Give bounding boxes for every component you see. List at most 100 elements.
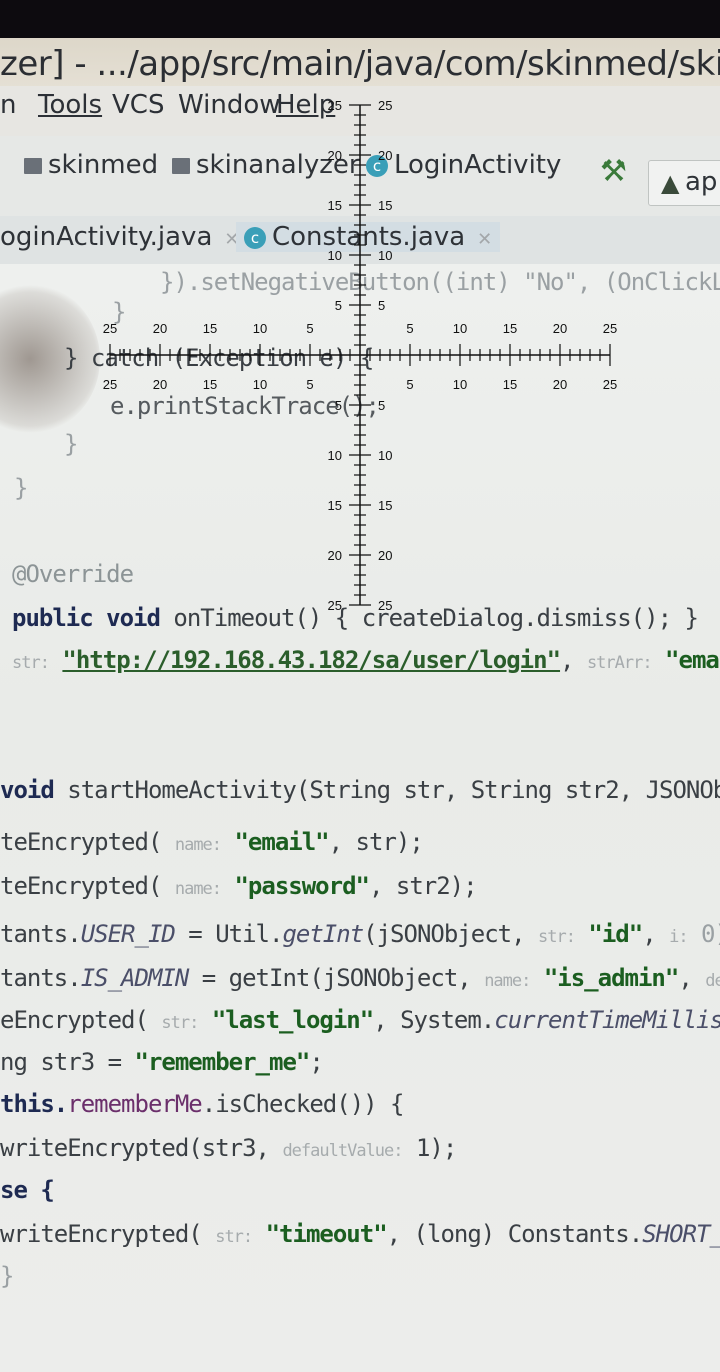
- code-text: ,: [560, 646, 574, 674]
- code-line: str: "http://192.168.43.182/sa/user/logi…: [12, 646, 720, 674]
- code-line: void startHomeActivity(String str, Strin…: [0, 776, 720, 804]
- code-url[interactable]: "http://192.168.43.182/sa/user/login": [62, 646, 561, 674]
- breadcrumb-label: LoginActivity: [394, 150, 562, 180]
- param-hint: str:: [538, 927, 576, 947]
- menu-run[interactable]: n: [0, 90, 16, 120]
- code-field: rememberMe: [67, 1090, 202, 1118]
- code-string: "password": [234, 872, 369, 900]
- code-string: "last_login": [211, 1006, 374, 1034]
- build-hammer-icon[interactable]: ⚒: [600, 154, 627, 189]
- menu-bar: n Tools VCS Window Help: [0, 86, 720, 136]
- code-text: writeEncrypted(str3,: [0, 1134, 270, 1162]
- breadcrumb-skinmed[interactable]: skinmed: [24, 150, 158, 180]
- code-line: this.rememberMe.isChecked()) {: [0, 1090, 404, 1118]
- code-text: 0);: [701, 920, 720, 948]
- code-text: = Util.: [174, 920, 283, 948]
- breadcrumb-loginactivity[interactable]: c LoginActivity: [366, 150, 561, 180]
- code-line: } catch (Exception e) {: [64, 344, 374, 372]
- code-constant: SHORT_TIMEOUT: [642, 1220, 720, 1248]
- code-line: tants.IS_ADMIN = getInt(jSONObject, name…: [0, 964, 720, 992]
- run-config-label: ap: [685, 167, 718, 197]
- code-keyword: void: [0, 776, 55, 804]
- code-text: eEncrypted(: [0, 1006, 149, 1034]
- class-icon: c: [244, 226, 266, 249]
- code-text: ng str3 =: [0, 1048, 135, 1076]
- breadcrumb-label: skinmed: [48, 150, 159, 180]
- code-string: "email",: [665, 646, 720, 674]
- code-text: tants.: [0, 964, 82, 992]
- param-hint: i:: [669, 927, 689, 947]
- code-keyword: this.: [0, 1090, 68, 1118]
- param-hint: defau: [705, 971, 720, 991]
- tab-loginactivity[interactable]: oginActivity.java ✕: [0, 222, 239, 252]
- run-config-select[interactable]: ▲ ap: [648, 160, 720, 206]
- folder-icon: [172, 157, 190, 174]
- param-hint: name:: [174, 835, 222, 855]
- code-line: }).setNegativeButton((int) "No", (OnClic…: [160, 268, 720, 296]
- code-text: .isChecked()) {: [201, 1090, 405, 1118]
- menu-tools[interactable]: Tools: [38, 90, 102, 120]
- code-string: "id": [588, 920, 643, 948]
- code-line: teEncrypted( name: "password", str2);: [0, 872, 478, 900]
- code-line: }: [0, 1262, 14, 1290]
- code-method: currentTimeMillis: [494, 1006, 720, 1034]
- code-line: }: [64, 430, 78, 458]
- window-title: zer] - .../app/src/main/java/com/skinmed…: [0, 44, 720, 84]
- code-text: , str2);: [368, 872, 478, 900]
- code-text: (jSONObject,: [363, 920, 525, 948]
- code-text: , (long) Constants.: [386, 1220, 644, 1248]
- code-method: getInt: [282, 920, 364, 948]
- code-line: }: [112, 298, 126, 326]
- tab-label: Constants.java: [272, 222, 466, 252]
- code-text: teEncrypted(: [0, 872, 162, 900]
- code-constant: IS_ADMIN: [80, 964, 190, 992]
- code-line: ng str3 = "remember_me";: [0, 1048, 324, 1076]
- code-text: ,: [678, 964, 692, 992]
- code-string: "email": [234, 828, 329, 856]
- param-hint: name:: [484, 971, 531, 991]
- code-constant: USER_ID: [80, 920, 176, 948]
- menu-help[interactable]: Help: [276, 90, 335, 120]
- code-string: "timeout": [265, 1220, 388, 1248]
- code-line: teEncrypted( name: "email", str);: [0, 828, 424, 856]
- code-string: "is_admin": [543, 964, 679, 992]
- close-icon[interactable]: ✕: [477, 229, 492, 250]
- code-line: tants.USER_ID = Util.getInt(jSONObject, …: [0, 920, 720, 948]
- code-text: ;: [309, 1048, 323, 1076]
- code-text: ,: [642, 920, 656, 948]
- code-text: 1);: [415, 1134, 457, 1162]
- param-hint: defaultValue:: [282, 1141, 403, 1161]
- tab-label: oginActivity.java: [0, 222, 213, 252]
- code-line: writeEncrypted( str: "timeout", (long) C…: [0, 1220, 720, 1248]
- tab-constants[interactable]: c Constants.java ✕: [236, 222, 501, 252]
- class-icon: c: [366, 154, 388, 177]
- folder-icon: [24, 157, 42, 174]
- editor-tab-bar: oginActivity.java ✕ c Constants.java ✕: [0, 216, 720, 265]
- code-string: "remember_me": [134, 1048, 311, 1076]
- menu-vcs[interactable]: VCS: [112, 90, 164, 120]
- param-hint: name:: [174, 879, 222, 899]
- code-line: eEncrypted( str: "last_login", System.cu…: [0, 1006, 720, 1034]
- code-text: writeEncrypted(: [0, 1220, 203, 1248]
- breadcrumb-label: skinanalyzer: [196, 150, 360, 180]
- code-text: , System.: [373, 1006, 495, 1034]
- code-text: tants.: [0, 920, 82, 948]
- code-line: public void onTimeout() { createDialog.d…: [12, 604, 699, 632]
- param-hint: str:: [12, 653, 50, 673]
- navigation-bar: skinmed skinanalyzer c LoginActivity ⚒ ▲ …: [0, 136, 720, 217]
- code-text: startHomeActivity(String str, String str…: [67, 776, 720, 804]
- menu-window[interactable]: Window: [178, 90, 281, 120]
- code-text: onTimeout() { createDialog.dismiss(); }: [159, 604, 699, 632]
- code-line: }: [14, 474, 28, 502]
- param-hint: str:: [161, 1013, 199, 1033]
- code-line: e.printStackTrace();: [110, 392, 380, 420]
- code-annotation: @Override: [12, 560, 134, 588]
- code-keyword: public void: [12, 604, 161, 632]
- breadcrumb-skinanalyzer[interactable]: skinanalyzer: [172, 150, 360, 180]
- param-hint: str:: [215, 1227, 253, 1247]
- code-keyword: se {: [0, 1176, 55, 1204]
- code-text: = getInt(jSONObject,: [188, 964, 472, 992]
- code-editor[interactable]: }).setNegativeButton((int) "No", (OnClic…: [0, 264, 720, 1372]
- code-text: teEncrypted(: [0, 828, 162, 856]
- code-line: se {: [0, 1176, 55, 1204]
